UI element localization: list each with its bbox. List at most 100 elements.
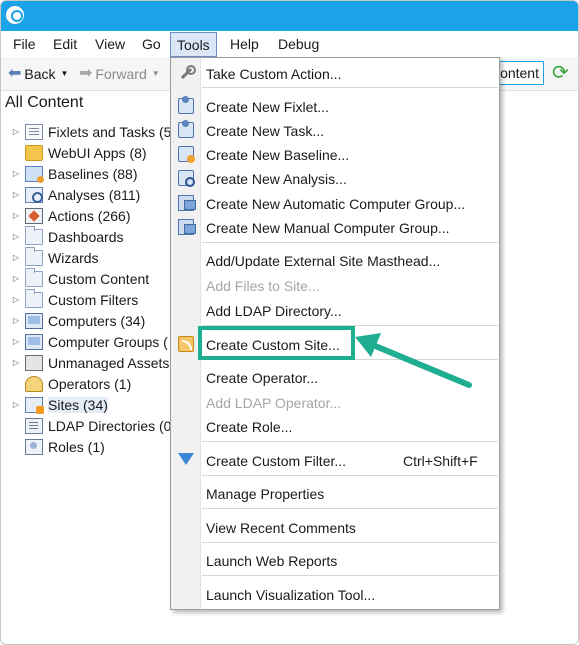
operator-icon — [25, 375, 43, 392]
menu-separator — [202, 575, 498, 576]
analysis-icon — [25, 186, 43, 203]
menu-item-create-operator[interactable]: Create Operator... — [206, 370, 318, 386]
tree-item-label: LDAP Directories (0 — [48, 417, 172, 434]
expand-arrow-icon[interactable]: ▷ — [9, 169, 23, 178]
folder-icon — [25, 225, 43, 245]
menu-icon-gutter — [171, 58, 201, 609]
menu-item-create-custom-filter[interactable]: Create Custom Filter... — [206, 453, 346, 469]
expand-arrow-icon[interactable]: ▷ — [9, 232, 23, 241]
forward-arrow-icon: ➡ — [79, 65, 93, 82]
folder-icon — [25, 267, 43, 287]
folder-icon — [25, 246, 43, 266]
unmanaged-icon — [25, 354, 43, 371]
menu-separator — [202, 508, 498, 509]
menu-separator — [202, 542, 498, 543]
title-bar — [1, 1, 578, 31]
tree-item[interactable]: ▷ Computer Groups ( — [9, 331, 179, 352]
menu-item-launch-visualization-tool[interactable]: Launch Visualization Tool... — [206, 587, 375, 603]
menu-item-create-new-task[interactable]: Create New Task... — [206, 123, 324, 139]
sites-icon — [25, 396, 44, 414]
refresh-icon[interactable]: ⟳ — [552, 62, 574, 84]
tree-item-label: Sites (34) — [48, 396, 108, 413]
wrench-icon — [178, 65, 196, 81]
menu-debug[interactable]: Debug — [278, 31, 319, 57]
tree-item[interactable]: ▷ Dashboards — [9, 225, 179, 247]
tree-item-label: Unmanaged Assets — [48, 354, 170, 371]
action-icon — [25, 207, 43, 224]
menu-item-manage-properties[interactable]: Manage Properties — [206, 486, 324, 502]
menu-file[interactable]: File — [13, 31, 36, 57]
tree-item[interactable]: ▷ Actions (266) — [9, 205, 179, 226]
menu-item-create-new-analysis[interactable]: Create New Analysis... — [206, 171, 347, 187]
expand-arrow-icon[interactable]: ▷ — [9, 400, 23, 409]
menu-item-add-ldap-operator: Add LDAP Operator... — [206, 395, 342, 411]
tree-item-label: WebUI Apps (8) — [48, 144, 147, 161]
menu-item-add-files-to-site: Add Files to Site... — [206, 278, 320, 294]
back-arrow-icon: ⬅ — [8, 65, 22, 82]
expand-arrow-icon[interactable]: ▷ — [9, 358, 23, 367]
menu-item-launch-web-reports[interactable]: Launch Web Reports — [206, 553, 337, 569]
menu-separator — [202, 242, 498, 243]
tree-item[interactable]: ▷Operators (1) — [9, 373, 179, 394]
webui-icon — [25, 144, 43, 161]
page-title: All Content — [5, 94, 84, 111]
tree-item[interactable]: ▷ Analyses (811) — [9, 184, 179, 205]
tree-item[interactable]: ▷ Sites (34) — [9, 394, 179, 415]
menu-item-add-ldap-directory[interactable]: Add LDAP Directory... — [206, 303, 342, 319]
tree-item-label: Wizards — [48, 249, 99, 266]
tree-item-label: Analyses (811) — [48, 186, 141, 203]
expand-arrow-icon[interactable]: ▷ — [9, 295, 23, 304]
baseline-icon — [25, 165, 44, 183]
menu-item-create-role[interactable]: Create Role... — [206, 419, 292, 435]
expand-arrow-icon[interactable]: ▷ — [9, 253, 23, 262]
menu-separator — [202, 441, 498, 442]
menu-tools[interactable]: Tools — [170, 32, 217, 57]
menu-separator — [202, 87, 498, 88]
tree-item[interactable]: ▷ Custom Filters — [9, 288, 179, 310]
tree-item[interactable]: ▷ Unmanaged Assets — [9, 352, 179, 373]
tree-item-label: Custom Filters — [48, 291, 139, 308]
shortcut-label: Ctrl+Shift+F — [403, 453, 478, 469]
tree-item[interactable]: ▷Roles (1) — [9, 436, 179, 457]
tree-item-label: Custom Content — [48, 270, 150, 287]
tree-item[interactable]: ▷ Wizards — [9, 246, 179, 268]
tree-item[interactable]: ▷LDAP Directories (0 — [9, 415, 179, 436]
menu-view[interactable]: View — [95, 31, 125, 57]
forward-dropdown-icon[interactable]: ▼ — [152, 63, 160, 85]
tree-item[interactable]: ▷WebUI Apps (8) — [9, 142, 179, 163]
tree-item[interactable]: ▷ Custom Content — [9, 267, 179, 289]
tree-item-label: Roles (1) — [48, 438, 105, 455]
tree-item-label: Computers (34) — [48, 312, 146, 329]
computer-icon — [25, 312, 43, 329]
tree-item[interactable]: ▷ Fixlets and Tasks (5 — [9, 121, 179, 142]
menu-item-take-custom-action[interactable]: Take Custom Action... — [206, 66, 341, 82]
back-button[interactable]: ⬅ Back ▼ — [8, 63, 68, 85]
expand-arrow-icon[interactable]: ▷ — [9, 316, 23, 325]
expand-arrow-icon[interactable]: ▷ — [9, 337, 23, 346]
menu-item-view-recent-comments[interactable]: View Recent Comments — [206, 520, 356, 536]
menu-item-create-new-manual-group[interactable]: Create New Manual Computer Group... — [206, 220, 450, 236]
highlight-box — [198, 326, 355, 360]
menu-bar: File Edit View Go Tools Help Debug — [1, 31, 578, 57]
forward-button[interactable]: ➡ Forward ▼ — [79, 63, 160, 85]
callout-arrow-icon — [355, 333, 472, 388]
menu-separator — [202, 475, 498, 476]
tree-item-label: Operators (1) — [48, 375, 132, 392]
menu-item-create-new-baseline[interactable]: Create New Baseline... — [206, 147, 349, 163]
expand-arrow-icon[interactable]: ▷ — [9, 274, 23, 283]
menu-edit[interactable]: Edit — [53, 31, 77, 57]
menu-item-create-new-fixlet[interactable]: Create New Fixlet... — [206, 99, 329, 115]
expand-arrow-icon[interactable]: ▷ — [9, 127, 23, 136]
back-dropdown-icon[interactable]: ▼ — [61, 63, 69, 85]
tree-item-label: Fixlets and Tasks (5 — [48, 123, 172, 140]
expand-arrow-icon[interactable]: ▷ — [9, 211, 23, 220]
tree-item[interactable]: ▷ Baselines (88) — [9, 163, 179, 184]
tree-item[interactable]: ▷ Computers (34) — [9, 310, 179, 331]
menu-go[interactable]: Go — [142, 31, 161, 57]
menu-help[interactable]: Help — [230, 31, 259, 57]
tree-item-label: Dashboards — [48, 228, 124, 245]
analysis-icon — [178, 170, 195, 187]
expand-arrow-icon[interactable]: ▷ — [9, 190, 23, 199]
menu-item-create-new-automatic-group[interactable]: Create New Automatic Computer Group... — [206, 196, 465, 212]
menu-item-add-update-masthead[interactable]: Add/Update External Site Masthead... — [206, 253, 440, 269]
